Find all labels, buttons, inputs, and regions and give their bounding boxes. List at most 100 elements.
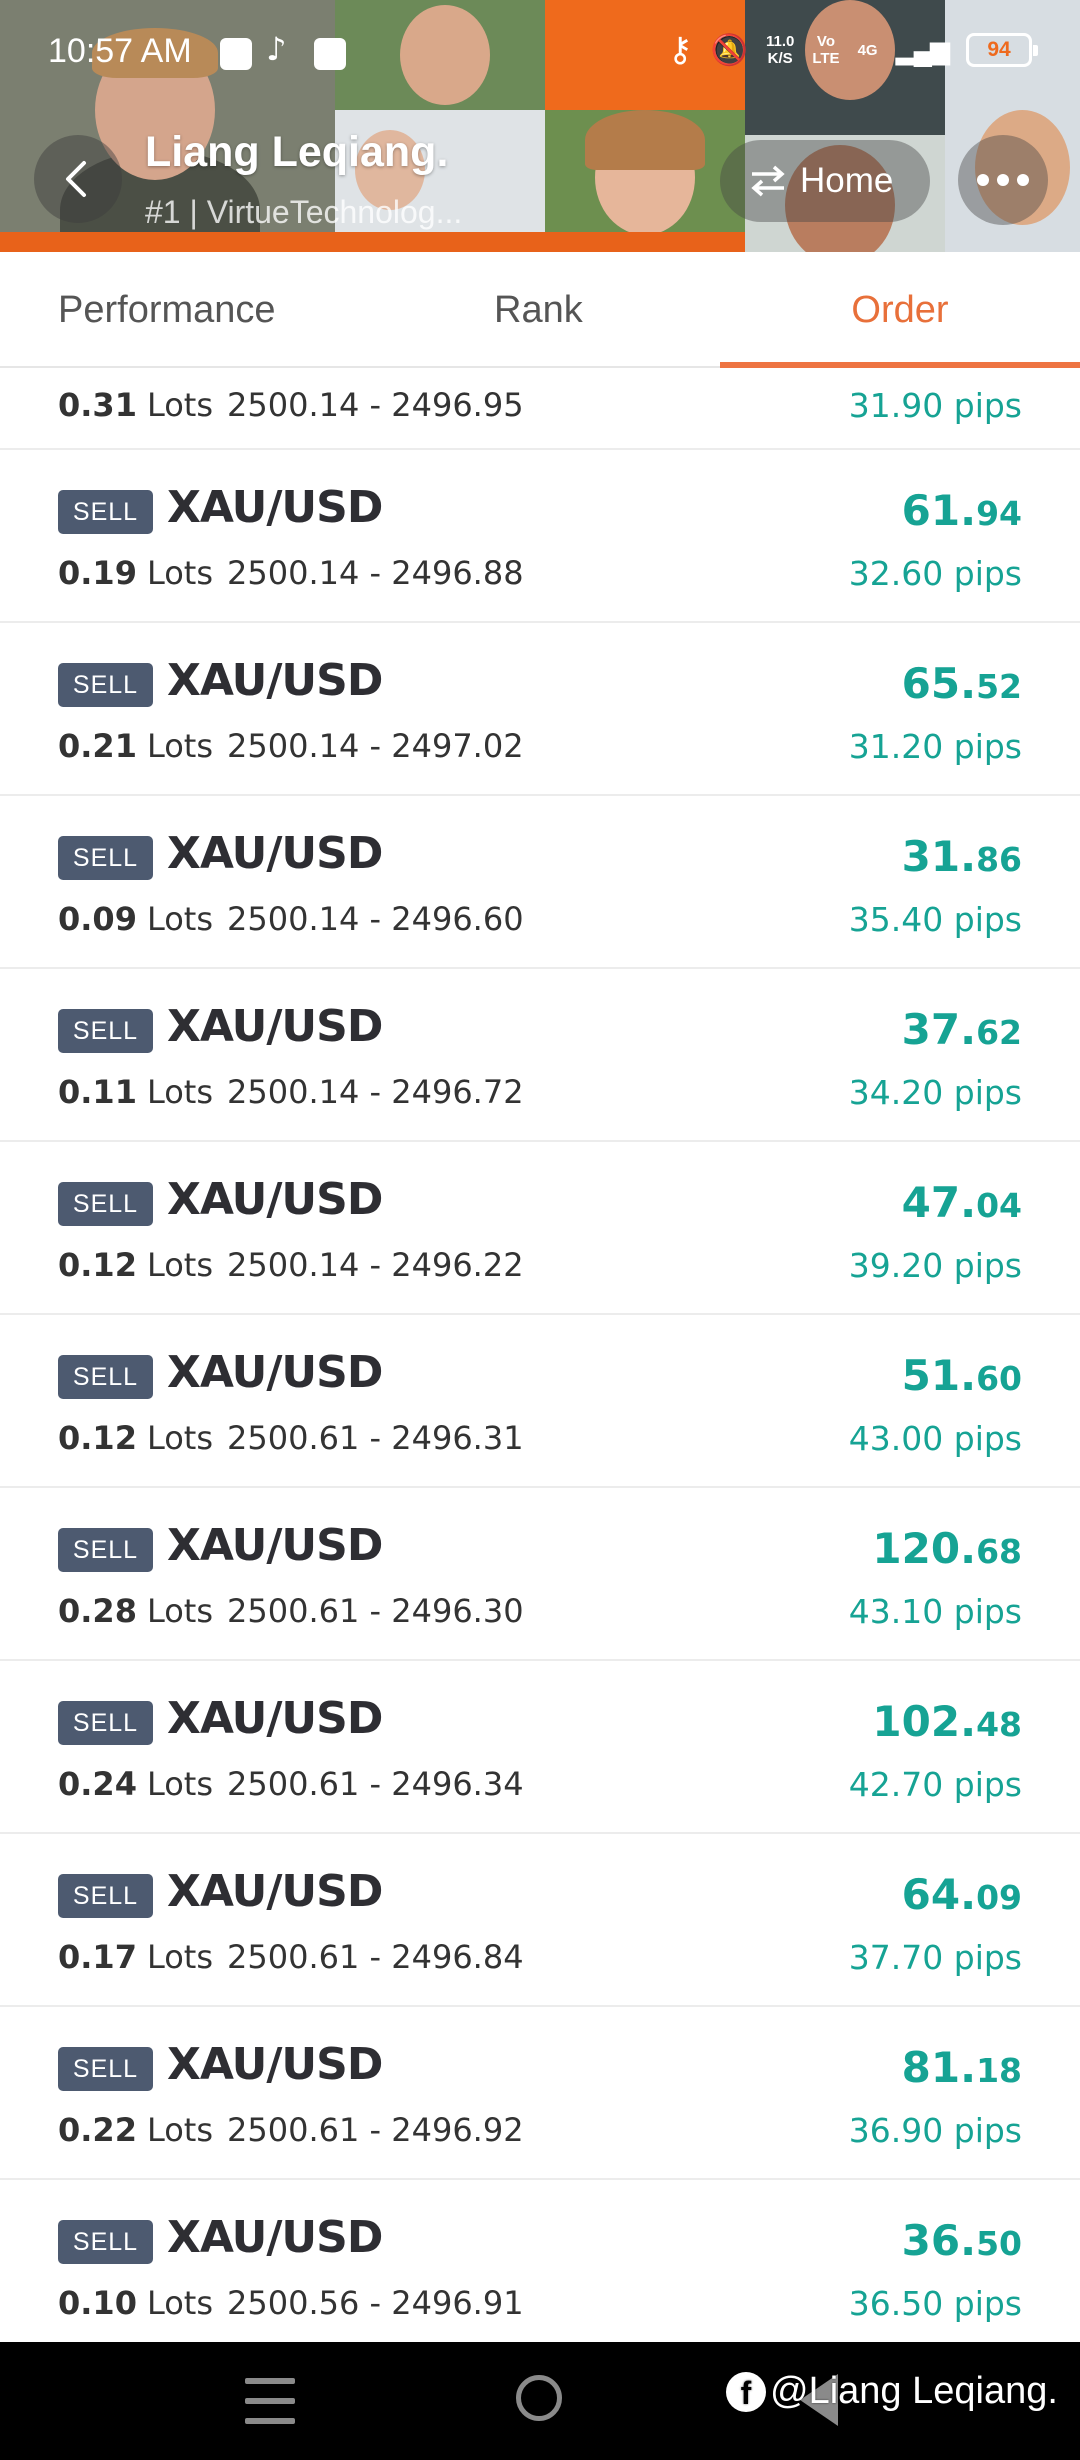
price-range: 2500.14 - 2496.60 [227, 900, 524, 938]
profit-value: 47.04 [902, 1178, 1022, 1227]
lots-value: 0.24 [58, 1765, 137, 1803]
sell-badge: SELL [58, 836, 153, 880]
pips-value: 43.10 pips [848, 1592, 1022, 1631]
profile-subtitle: #1 | VirtueTechnolog... [145, 194, 463, 230]
order-row[interactable]: SELL XAU/USD 0.22 Lots 2500.61 - 2496.92 81.1… [0, 2007, 1080, 2180]
order-row[interactable]: SELL XAU/USD 0.12 Lots 2500.14 - 2496.22 47.0… [0, 1142, 1080, 1315]
symbol-label: XAU/USD [167, 1347, 383, 1398]
lots-unit: Lots [146, 2284, 214, 2322]
profit-value: 64.09 [902, 1870, 1022, 1919]
order-details: 0.12 Lots 2500.61 - 2496.31 [58, 1419, 524, 1457]
order-details: 0.24 Lots 2500.61 - 2496.34 [58, 1765, 524, 1803]
order-row[interactable]: 0.31 Lots 2500.14 - 2496.95 31.90 pips [0, 368, 1080, 450]
profit-value: 65.52 [902, 659, 1022, 708]
order-row[interactable]: SELL XAU/USD 0.24 Lots 2500.61 - 2496.34 102.… [0, 1661, 1080, 1834]
order-row[interactable]: SELL XAU/USD 0.11 Lots 2500.14 - 2496.72 37.6… [0, 969, 1080, 1142]
price-range: 2500.14 - 2496.88 [227, 554, 524, 592]
lots-unit: Lots [146, 900, 214, 938]
pips-value: 39.20 pips [848, 1246, 1022, 1285]
order-row[interactable]: SELL XAU/USD 0.28 Lots 2500.61 - 2496.30 120.… [0, 1488, 1080, 1661]
back-button[interactable] [34, 135, 122, 223]
more-options-button[interactable] [958, 135, 1048, 225]
tab-rank[interactable]: Rank [494, 252, 583, 368]
lots-unit: Lots [146, 1592, 214, 1630]
sell-badge: SELL [58, 1528, 153, 1572]
header-accent-band [0, 232, 745, 252]
price-range: 2500.61 - 2496.84 [227, 1938, 524, 1976]
symbol-label: XAU/USD [167, 1174, 383, 1225]
profit-decimal: 62 [976, 1013, 1022, 1052]
profit-decimal: 18 [976, 2051, 1022, 2090]
profit-value: 102.48 [872, 1697, 1022, 1746]
lots-value: 0.09 [58, 900, 137, 938]
more-dot-icon [1017, 174, 1029, 186]
network-type: 4G [858, 42, 878, 59]
profit-decimal: 52 [976, 667, 1022, 706]
price-range: 2500.14 - 2497.02 [227, 727, 524, 765]
profit-integer: 81. [901, 2043, 977, 2092]
symbol-label: XAU/USD [167, 655, 383, 706]
order-row[interactable]: SELL XAU/USD 0.09 Lots 2500.14 - 2496.60 31.8… [0, 796, 1080, 969]
net-speed-unit: K/S [767, 50, 793, 67]
lots-value: 0.28 [58, 1592, 137, 1630]
lots-unit: Lots [146, 727, 214, 765]
profile-header: 10:57 AM ♪ ⚷ 🔕 11.0 K/S Vo LTE 4G ▂▄▆ 94 [0, 0, 1080, 252]
pips-value: 31.90 pips [848, 386, 1022, 425]
network-label: 4G [857, 41, 878, 59]
profit-integer: 102. [872, 1697, 977, 1746]
lots-value: 0.19 [58, 554, 137, 592]
home-button[interactable]: Home [720, 140, 930, 222]
lots-value: 0.17 [58, 1938, 137, 1976]
symbol-label: XAU/USD [167, 1693, 383, 1744]
order-details: 0.11 Lots 2500.14 - 2496.72 [58, 1073, 524, 1111]
sell-badge: SELL [58, 1182, 153, 1226]
sell-badge: SELL [58, 1355, 153, 1399]
battery-percent: 94 [987, 38, 1011, 61]
symbol-label: XAU/USD [167, 2039, 383, 2090]
order-row[interactable]: SELL XAU/USD 0.10 Lots 2500.56 - 2496.91 36.5… [0, 2180, 1080, 2342]
price-range: 2500.14 - 2496.72 [227, 1073, 524, 1111]
sell-badge: SELL [58, 490, 153, 534]
order-list[interactable]: 0.31 Lots 2500.14 - 2496.95 31.90 pips SEL… [0, 368, 1080, 2342]
profit-decimal: 68 [976, 1532, 1022, 1571]
lots-unit: Lots [146, 1419, 214, 1457]
order-details: 0.17 Lots 2500.61 - 2496.84 [58, 1938, 524, 1976]
pips-value: 36.50 pips [848, 2284, 1022, 2323]
price-range: 2500.14 - 2496.22 [227, 1246, 524, 1284]
order-row[interactable]: SELL XAU/USD 0.21 Lots 2500.14 - 2497.02 65.5… [0, 623, 1080, 796]
profit-decimal: 50 [976, 2224, 1022, 2263]
more-dot-icon [997, 174, 1009, 186]
tab-bar: Performance Rank Order [0, 252, 1080, 368]
lots-unit: Lots [146, 386, 214, 424]
menu-icon[interactable] [245, 2378, 295, 2424]
profit-decimal: 86 [976, 840, 1022, 879]
net-speed-value: 11.0 [765, 33, 795, 50]
status-bar: 10:57 AM ♪ ⚷ 🔕 11.0 K/S Vo LTE 4G ▂▄▆ 94 [0, 0, 1080, 110]
lots-unit: Lots [146, 554, 214, 592]
sell-badge: SELL [58, 1874, 153, 1918]
price-range: 2500.61 - 2496.92 [227, 2111, 524, 2149]
order-details: 0.19 Lots 2500.14 - 2496.88 [58, 554, 524, 592]
profit-integer: 65. [901, 659, 977, 708]
tab-performance[interactable]: Performance [58, 252, 276, 368]
price-range: 2500.61 - 2496.31 [227, 1419, 524, 1457]
tab-order[interactable]: Order [720, 252, 1080, 368]
profit-decimal: 94 [976, 494, 1022, 533]
home-circle-icon[interactable] [516, 2375, 562, 2421]
order-row[interactable]: SELL XAU/USD 0.12 Lots 2500.61 - 2496.31 51.6… [0, 1315, 1080, 1488]
order-details: 0.22 Lots 2500.61 - 2496.92 [58, 2111, 524, 2149]
symbol-label: XAU/USD [167, 482, 383, 533]
profile-name: Liang Leqiang. [145, 128, 449, 176]
status-time: 10:57 AM [48, 32, 192, 70]
order-row[interactable]: SELL XAU/USD 0.17 Lots 2500.61 - 2496.84 64.0… [0, 1834, 1080, 2007]
profit-value: 37.62 [902, 1005, 1022, 1054]
lots-value: 0.10 [58, 2284, 137, 2322]
symbol-label: XAU/USD [167, 828, 383, 879]
system-nav-bar: f @Liang Leqiang. [0, 2342, 1080, 2460]
order-row[interactable]: SELL XAU/USD 0.19 Lots 2500.14 - 2496.88 61.9… [0, 450, 1080, 623]
profit-value: 51.60 [902, 1351, 1022, 1400]
pips-value: 31.20 pips [848, 727, 1022, 766]
status-right-group: ⚷ 🔕 11.0 K/S Vo LTE 4G ▂▄▆ 94 [668, 30, 1038, 70]
profit-value: 36.50 [902, 2216, 1022, 2265]
sell-badge: SELL [58, 1701, 153, 1745]
